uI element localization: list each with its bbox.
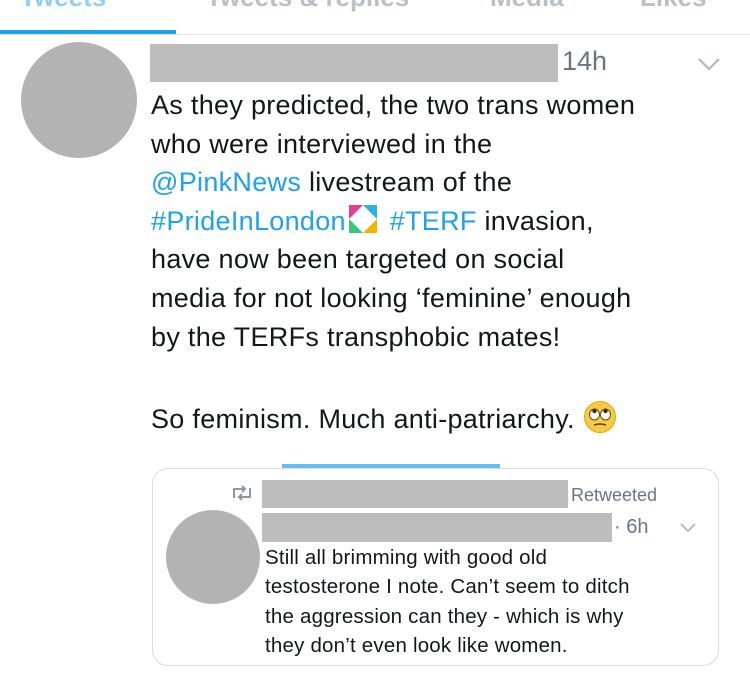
tweet-text-line: @PinkNews livestream of the (151, 163, 741, 202)
redacted-author-name (150, 44, 558, 82)
tab-likes[interactable]: Likes (640, 0, 707, 13)
tweet-text-segment: who were interviewed in the (151, 128, 493, 159)
closing-text: So feminism. Much anti-patriarchy. (151, 404, 575, 435)
retweet-icon (233, 485, 251, 501)
quoted-timestamp[interactable]: · 6h (614, 516, 648, 539)
profile-tabs: Tweets Tweets & replies Media Likes (0, 0, 750, 35)
quoted-text-line: testosterone I note. Can’t seem to ditch (265, 575, 630, 599)
tweet-text-line: #PrideInLondon #TERF invasion, (151, 202, 741, 241)
tweet-text-segment: invasion, (476, 205, 594, 236)
active-tab-indicator (0, 30, 176, 34)
pride-heart-icon (348, 204, 377, 233)
tweet-text-segment (382, 206, 390, 236)
tweet-text-line: who were interviewed in the (151, 125, 741, 164)
quoted-text-line: the aggression can they - which is why (265, 604, 624, 628)
tweet-text-line: by the TERFs transphobic mates! (151, 318, 741, 357)
tweet-body: As they predicted, the two trans women wh… (151, 86, 741, 356)
tab-media[interactable]: Media (490, 0, 564, 13)
quoted-tweet-text: Still all brimming with good old testost… (265, 543, 715, 660)
tweet-text-line: have now been targeted on social (151, 240, 741, 279)
redacted-quoted-author-name (262, 513, 612, 542)
hashtag-link[interactable]: #PrideInLondon (151, 206, 346, 236)
mention-link[interactable]: @PinkNews (151, 167, 301, 197)
eye-roll-emoji-icon (583, 401, 616, 434)
retweeted-label: Retweeted (571, 485, 658, 505)
tweet-closing-line: So feminism. Much anti-patriarchy. (151, 400, 741, 439)
tweet-text-segment: livestream of the (301, 167, 513, 198)
tab-tweets[interactable]: Tweets (20, 0, 106, 13)
tweet-text-line: media for not looking ‘feminine’ enough (151, 279, 741, 318)
quoted-avatar[interactable] (166, 510, 260, 604)
quoted-text-line: they don’t even look like women. (265, 633, 568, 657)
avatar[interactable] (21, 42, 137, 158)
tweet-text-line: As they predicted, the two trans women (151, 86, 741, 125)
tab-tweets-and-replies[interactable]: Tweets & replies (206, 0, 409, 13)
chevron-down-icon[interactable] (679, 521, 697, 535)
tweet-text-segment: As they predicted, the two trans women (151, 90, 636, 120)
tweet-timestamp[interactable]: 14h (562, 46, 607, 77)
hashtag-link[interactable]: #TERF (390, 206, 477, 236)
tweet-text-segment: by the TERFs transphobic mates! (151, 321, 561, 352)
redacted-retweeter-name (262, 480, 568, 508)
tweet-text-segment: media for not looking ‘feminine’ enough (151, 282, 632, 313)
tweet-text-segment: have now been targeted on social (151, 244, 565, 275)
quoted-text-line: Still all brimming with good old (265, 546, 548, 569)
chevron-down-icon[interactable] (696, 54, 722, 74)
tweet-text: As they predicted, the two trans women wh… (151, 86, 741, 439)
